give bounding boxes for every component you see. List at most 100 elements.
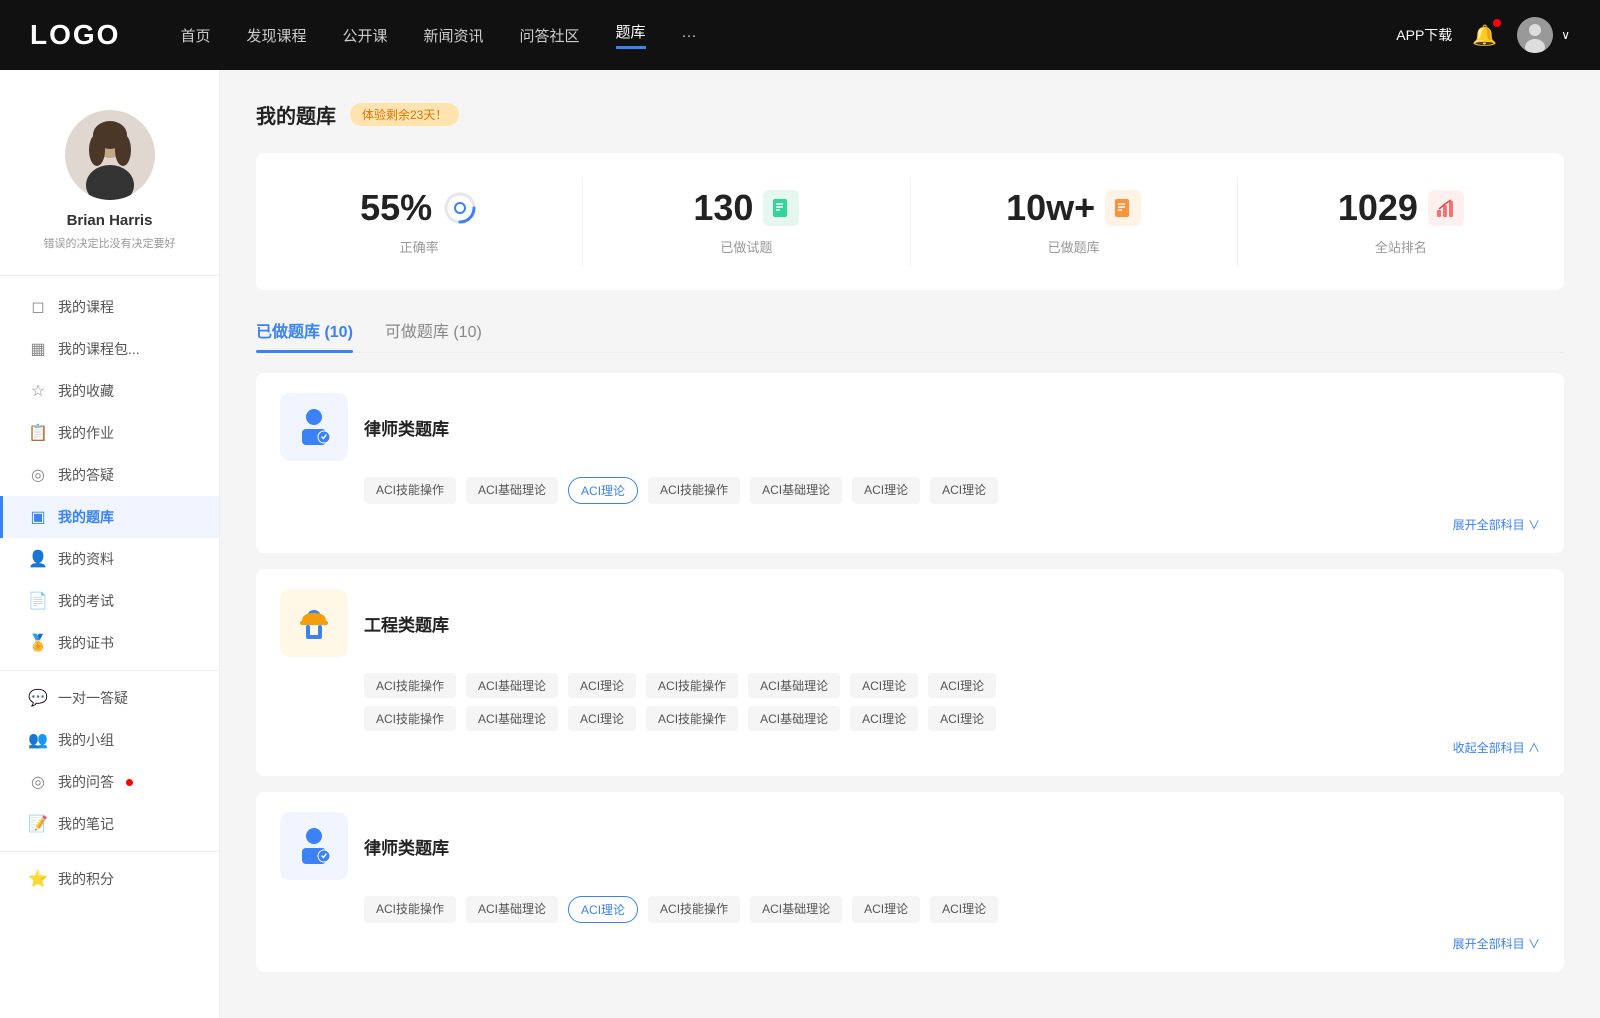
eng-tag-4[interactable]: ACI技能操作 xyxy=(646,673,738,698)
stat-accuracy: 55% 正确率 xyxy=(256,177,583,266)
eng-tag-6[interactable]: ACI理论 xyxy=(850,673,918,698)
eng-tag-2[interactable]: ACI基础理论 xyxy=(466,673,558,698)
tag-4[interactable]: ACI技能操作 xyxy=(648,477,740,504)
profile-section: Brian Harris 错误的决定比没有决定要好 xyxy=(0,90,219,276)
nav-news[interactable]: 新闻资讯 xyxy=(424,25,484,46)
sidebar-item-one-on-one[interactable]: 💬 一对一答疑 xyxy=(0,677,219,719)
navbar-right: APP下载 🔔 ∨ xyxy=(1396,17,1570,53)
tag-3-highlighted[interactable]: ACI理论 xyxy=(568,477,638,504)
sidebar-item-question-bank[interactable]: ▣ 我的题库 xyxy=(0,496,219,538)
bank-lawyer-2-title: 律师类题库 xyxy=(364,834,449,859)
sidebar-item-profile[interactable]: 👤 我的资料 xyxy=(0,538,219,580)
page-title: 我的题库 xyxy=(256,100,336,129)
stat-rank-top: 1029 xyxy=(1338,187,1464,229)
law2-tag-4[interactable]: ACI技能操作 xyxy=(648,896,740,923)
tab-available-banks[interactable]: 可做题库 (10) xyxy=(385,318,482,352)
law2-tag-5[interactable]: ACI基础理论 xyxy=(750,896,842,923)
questions-doc-icon xyxy=(763,190,799,226)
banks-doc-icon xyxy=(1105,190,1141,226)
tag-6[interactable]: ACI理论 xyxy=(852,477,920,504)
sidebar-item-exam[interactable]: 📄 我的考试 xyxy=(0,580,219,622)
profile-icon: 👤 xyxy=(28,549,48,569)
bank-engineer-tags-row2: ACI技能操作 ACI基础理论 ACI理论 ACI技能操作 ACI基础理论 AC… xyxy=(364,706,1540,731)
user-avatar-wrap[interactable]: ∨ xyxy=(1517,17,1570,53)
eng-tag-9[interactable]: ACI基础理论 xyxy=(466,706,558,731)
stat-questions-value: 130 xyxy=(693,187,753,229)
bank-lawyer-icon-wrap-2 xyxy=(280,812,348,880)
stat-rank-label: 全站排名 xyxy=(1375,237,1427,256)
sidebar-item-my-qa[interactable]: ◎ 我的问答 xyxy=(0,761,219,803)
eng-tag-8[interactable]: ACI技能操作 xyxy=(364,706,456,731)
nav-discover[interactable]: 发现课程 xyxy=(246,25,306,46)
law2-tag-3-highlighted[interactable]: ACI理论 xyxy=(568,896,638,923)
nav-open-course[interactable]: 公开课 xyxy=(342,25,387,46)
stat-banks: 10w+ 已做题库 xyxy=(911,177,1238,266)
stat-accuracy-top: 55% xyxy=(360,187,478,229)
law2-tag-1[interactable]: ACI技能操作 xyxy=(364,896,456,923)
stat-banks-top: 10w+ xyxy=(1006,187,1141,229)
expand-link-2[interactable]: 展开全部科目 ∨ xyxy=(280,931,1540,952)
tag-7[interactable]: ACI理论 xyxy=(930,477,998,504)
one-on-one-icon: 💬 xyxy=(28,688,48,708)
stat-rank: 1029 全站排名 xyxy=(1238,177,1564,266)
law2-tag-2[interactable]: ACI基础理论 xyxy=(466,896,558,923)
eng-tag-1[interactable]: ACI技能操作 xyxy=(364,673,456,698)
eng-tag-13[interactable]: ACI理论 xyxy=(850,706,918,731)
sidebar-item-courses[interactable]: ◻ 我的课程 xyxy=(0,286,219,328)
homework-icon: 📋 xyxy=(28,423,48,443)
tag-2[interactable]: ACI基础理论 xyxy=(466,477,558,504)
tag-1[interactable]: ACI技能操作 xyxy=(364,477,456,504)
eng-tag-10[interactable]: ACI理论 xyxy=(568,706,636,731)
nav-more[interactable]: ··· xyxy=(682,27,697,44)
bank-lawyer-1-title: 律师类题库 xyxy=(364,415,449,440)
nav-question-bank[interactable]: 题库 xyxy=(616,21,646,49)
tab-done-banks[interactable]: 已做题库 (10) xyxy=(256,318,353,352)
sidebar-item-group[interactable]: 👥 我的小组 xyxy=(0,719,219,761)
eng-tag-5[interactable]: ACI基础理论 xyxy=(748,673,840,698)
app-download-button[interactable]: APP下载 xyxy=(1396,25,1452,45)
sidebar-item-qa[interactable]: ◎ 我的答疑 xyxy=(0,454,219,496)
nav-links: 首页 发现课程 公开课 新闻资讯 问答社区 题库 ··· xyxy=(180,21,1396,49)
sidebar-label-courses: 我的课程 xyxy=(58,297,114,317)
profile-name: Brian Harris xyxy=(67,212,153,229)
eng-tag-14[interactable]: ACI理论 xyxy=(928,706,996,731)
sidebar-menu: ◻ 我的课程 ▦ 我的课程包... ☆ 我的收藏 📋 我的作业 ◎ 我的答疑 ▣ xyxy=(0,276,219,910)
law2-tag-6[interactable]: ACI理论 xyxy=(852,896,920,923)
page-header: 我的题库 体验剩余23天！ xyxy=(256,100,1564,129)
nav-home[interactable]: 首页 xyxy=(180,25,210,46)
expand-link-1[interactable]: 展开全部科目 ∨ xyxy=(280,512,1540,533)
sidebar-item-certificate[interactable]: 🏅 我的证书 xyxy=(0,622,219,664)
eng-tag-3[interactable]: ACI理论 xyxy=(568,673,636,698)
user-avatar xyxy=(1517,17,1553,53)
law2-tag-7[interactable]: ACI理论 xyxy=(930,896,998,923)
notes-icon: 📝 xyxy=(28,814,48,834)
sidebar-label-question-bank: 我的题库 xyxy=(58,507,114,527)
eng-tag-11[interactable]: ACI技能操作 xyxy=(646,706,738,731)
certificate-icon: 🏅 xyxy=(28,633,48,653)
tabs-row: 已做题库 (10) 可做题库 (10) xyxy=(256,318,1564,353)
my-qa-red-dot xyxy=(126,779,133,786)
stat-banks-label: 已做题库 xyxy=(1048,237,1100,256)
sidebar-item-course-package[interactable]: ▦ 我的课程包... xyxy=(0,328,219,370)
stat-banks-value: 10w+ xyxy=(1006,187,1095,229)
collapse-link-engineer[interactable]: 收起全部科目 ∧ xyxy=(280,739,1540,756)
chevron-down-icon: ∨ xyxy=(1561,28,1570,42)
nav-qa[interactable]: 问答社区 xyxy=(520,25,580,46)
page-wrap: Brian Harris 错误的决定比没有决定要好 ◻ 我的课程 ▦ 我的课程包… xyxy=(0,70,1600,1018)
logo[interactable]: LOGO xyxy=(30,19,120,51)
sidebar-item-notes[interactable]: 📝 我的笔记 xyxy=(0,803,219,845)
sidebar-label-notes: 我的笔记 xyxy=(58,814,114,834)
sidebar-item-favorites[interactable]: ☆ 我的收藏 xyxy=(0,370,219,412)
eng-tag-12[interactable]: ACI基础理论 xyxy=(748,706,840,731)
points-icon: ⭐ xyxy=(28,869,48,889)
sidebar-label-favorites: 我的收藏 xyxy=(58,381,114,401)
sidebar-label-points: 我的积分 xyxy=(58,869,114,889)
sidebar-item-points[interactable]: ⭐ 我的积分 xyxy=(0,858,219,900)
stat-accuracy-label: 正确率 xyxy=(400,237,439,256)
sidebar-label-course-package: 我的课程包... xyxy=(58,339,140,359)
eng-tag-7[interactable]: ACI理论 xyxy=(928,673,996,698)
courses-icon: ◻ xyxy=(28,297,48,317)
sidebar-item-homework[interactable]: 📋 我的作业 xyxy=(0,412,219,454)
tag-5[interactable]: ACI基础理论 xyxy=(750,477,842,504)
notification-bell[interactable]: 🔔 xyxy=(1472,23,1497,48)
